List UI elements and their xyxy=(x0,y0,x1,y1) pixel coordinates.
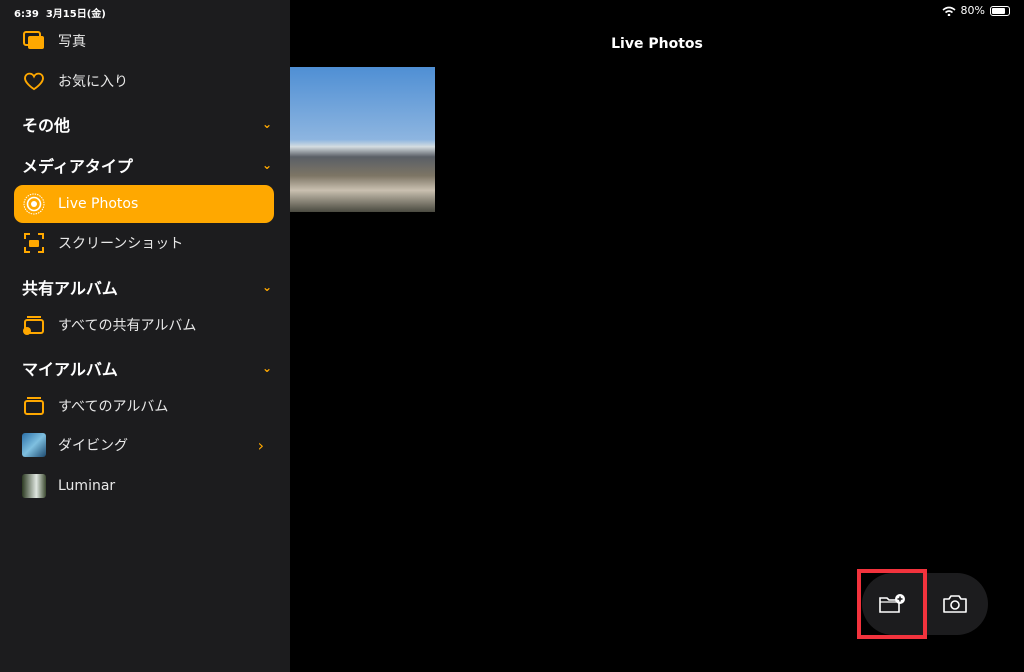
chevron-down-icon[interactable]: ⌄ xyxy=(262,361,272,375)
section-label: 共有アルバム xyxy=(22,279,118,298)
section-my-albums[interactable]: マイアルバム ⌄ xyxy=(22,356,272,380)
status-indicators: 80% xyxy=(942,4,1010,17)
section-shared-albums[interactable]: 共有アルバム ⌄ xyxy=(22,275,272,299)
sidebar-item-label: すべての共有アルバム xyxy=(58,318,197,334)
sidebar-item-label: ダイビング xyxy=(58,438,128,454)
album-thumbnail xyxy=(22,474,46,498)
page-title: Live Photos xyxy=(611,36,703,52)
photo-thumbnail[interactable] xyxy=(290,67,435,212)
new-folder-icon xyxy=(879,594,905,613)
sidebar-item-photos[interactable]: 写真 xyxy=(14,22,274,60)
album-thumbnail xyxy=(22,433,46,457)
sidebar-item-screenshots[interactable]: スクリーンショット xyxy=(14,224,274,262)
section-label: マイアルバム xyxy=(22,360,118,379)
battery-percent: 80% xyxy=(960,4,985,17)
section-media-types[interactable]: メディアタイプ ⌄ xyxy=(22,153,272,177)
new-folder-button[interactable] xyxy=(857,569,927,639)
sidebar-item-luminar[interactable]: Luminar xyxy=(14,467,274,505)
shared-album-icon xyxy=(22,313,46,337)
chevron-right-icon[interactable]: › xyxy=(258,436,264,455)
bottom-toolbar xyxy=(857,569,988,639)
screenshot-icon xyxy=(22,231,46,255)
sidebar-item-label: スクリーンショット xyxy=(58,236,184,252)
sidebar-item-diving[interactable]: ダイビング › xyxy=(14,426,274,464)
heart-icon xyxy=(22,69,46,93)
sidebar-item-label: すべてのアルバム xyxy=(58,399,169,415)
sidebar-item-all-albums[interactable]: すべてのアルバム xyxy=(14,387,274,425)
photos-icon xyxy=(22,29,46,53)
chevron-down-icon[interactable]: ⌄ xyxy=(262,158,272,172)
status-time: 6:39 3月15日(金) xyxy=(14,9,106,20)
section-other[interactable]: その他 ⌄ xyxy=(22,112,272,136)
sidebar-item-label: Live Photos xyxy=(58,196,139,212)
section-label: その他 xyxy=(22,116,71,135)
camera-button[interactable] xyxy=(924,573,986,635)
section-label: メディアタイプ xyxy=(22,157,133,176)
sidebar: 6:39 3月15日(金) 写真 お気に入り その他 ⌄ メディアタイプ ⌄ Liv… xyxy=(0,0,290,672)
sidebar-item-favorites[interactable]: お気に入り xyxy=(14,62,274,100)
chevron-down-icon[interactable]: ⌄ xyxy=(262,280,272,294)
albums-icon xyxy=(22,394,46,418)
camera-icon xyxy=(943,595,967,613)
wifi-icon xyxy=(942,6,956,16)
sidebar-item-live-photos[interactable]: Live Photos xyxy=(14,185,274,223)
sidebar-item-all-shared-albums[interactable]: すべての共有アルバム xyxy=(14,306,274,344)
sidebar-item-label: Luminar xyxy=(58,478,116,494)
live-photos-icon xyxy=(22,192,46,216)
chevron-down-icon[interactable]: ⌄ xyxy=(262,117,272,131)
sidebar-item-label: お気に入り xyxy=(58,74,128,90)
sidebar-item-label: 写真 xyxy=(58,34,86,50)
battery-icon xyxy=(990,5,1010,16)
